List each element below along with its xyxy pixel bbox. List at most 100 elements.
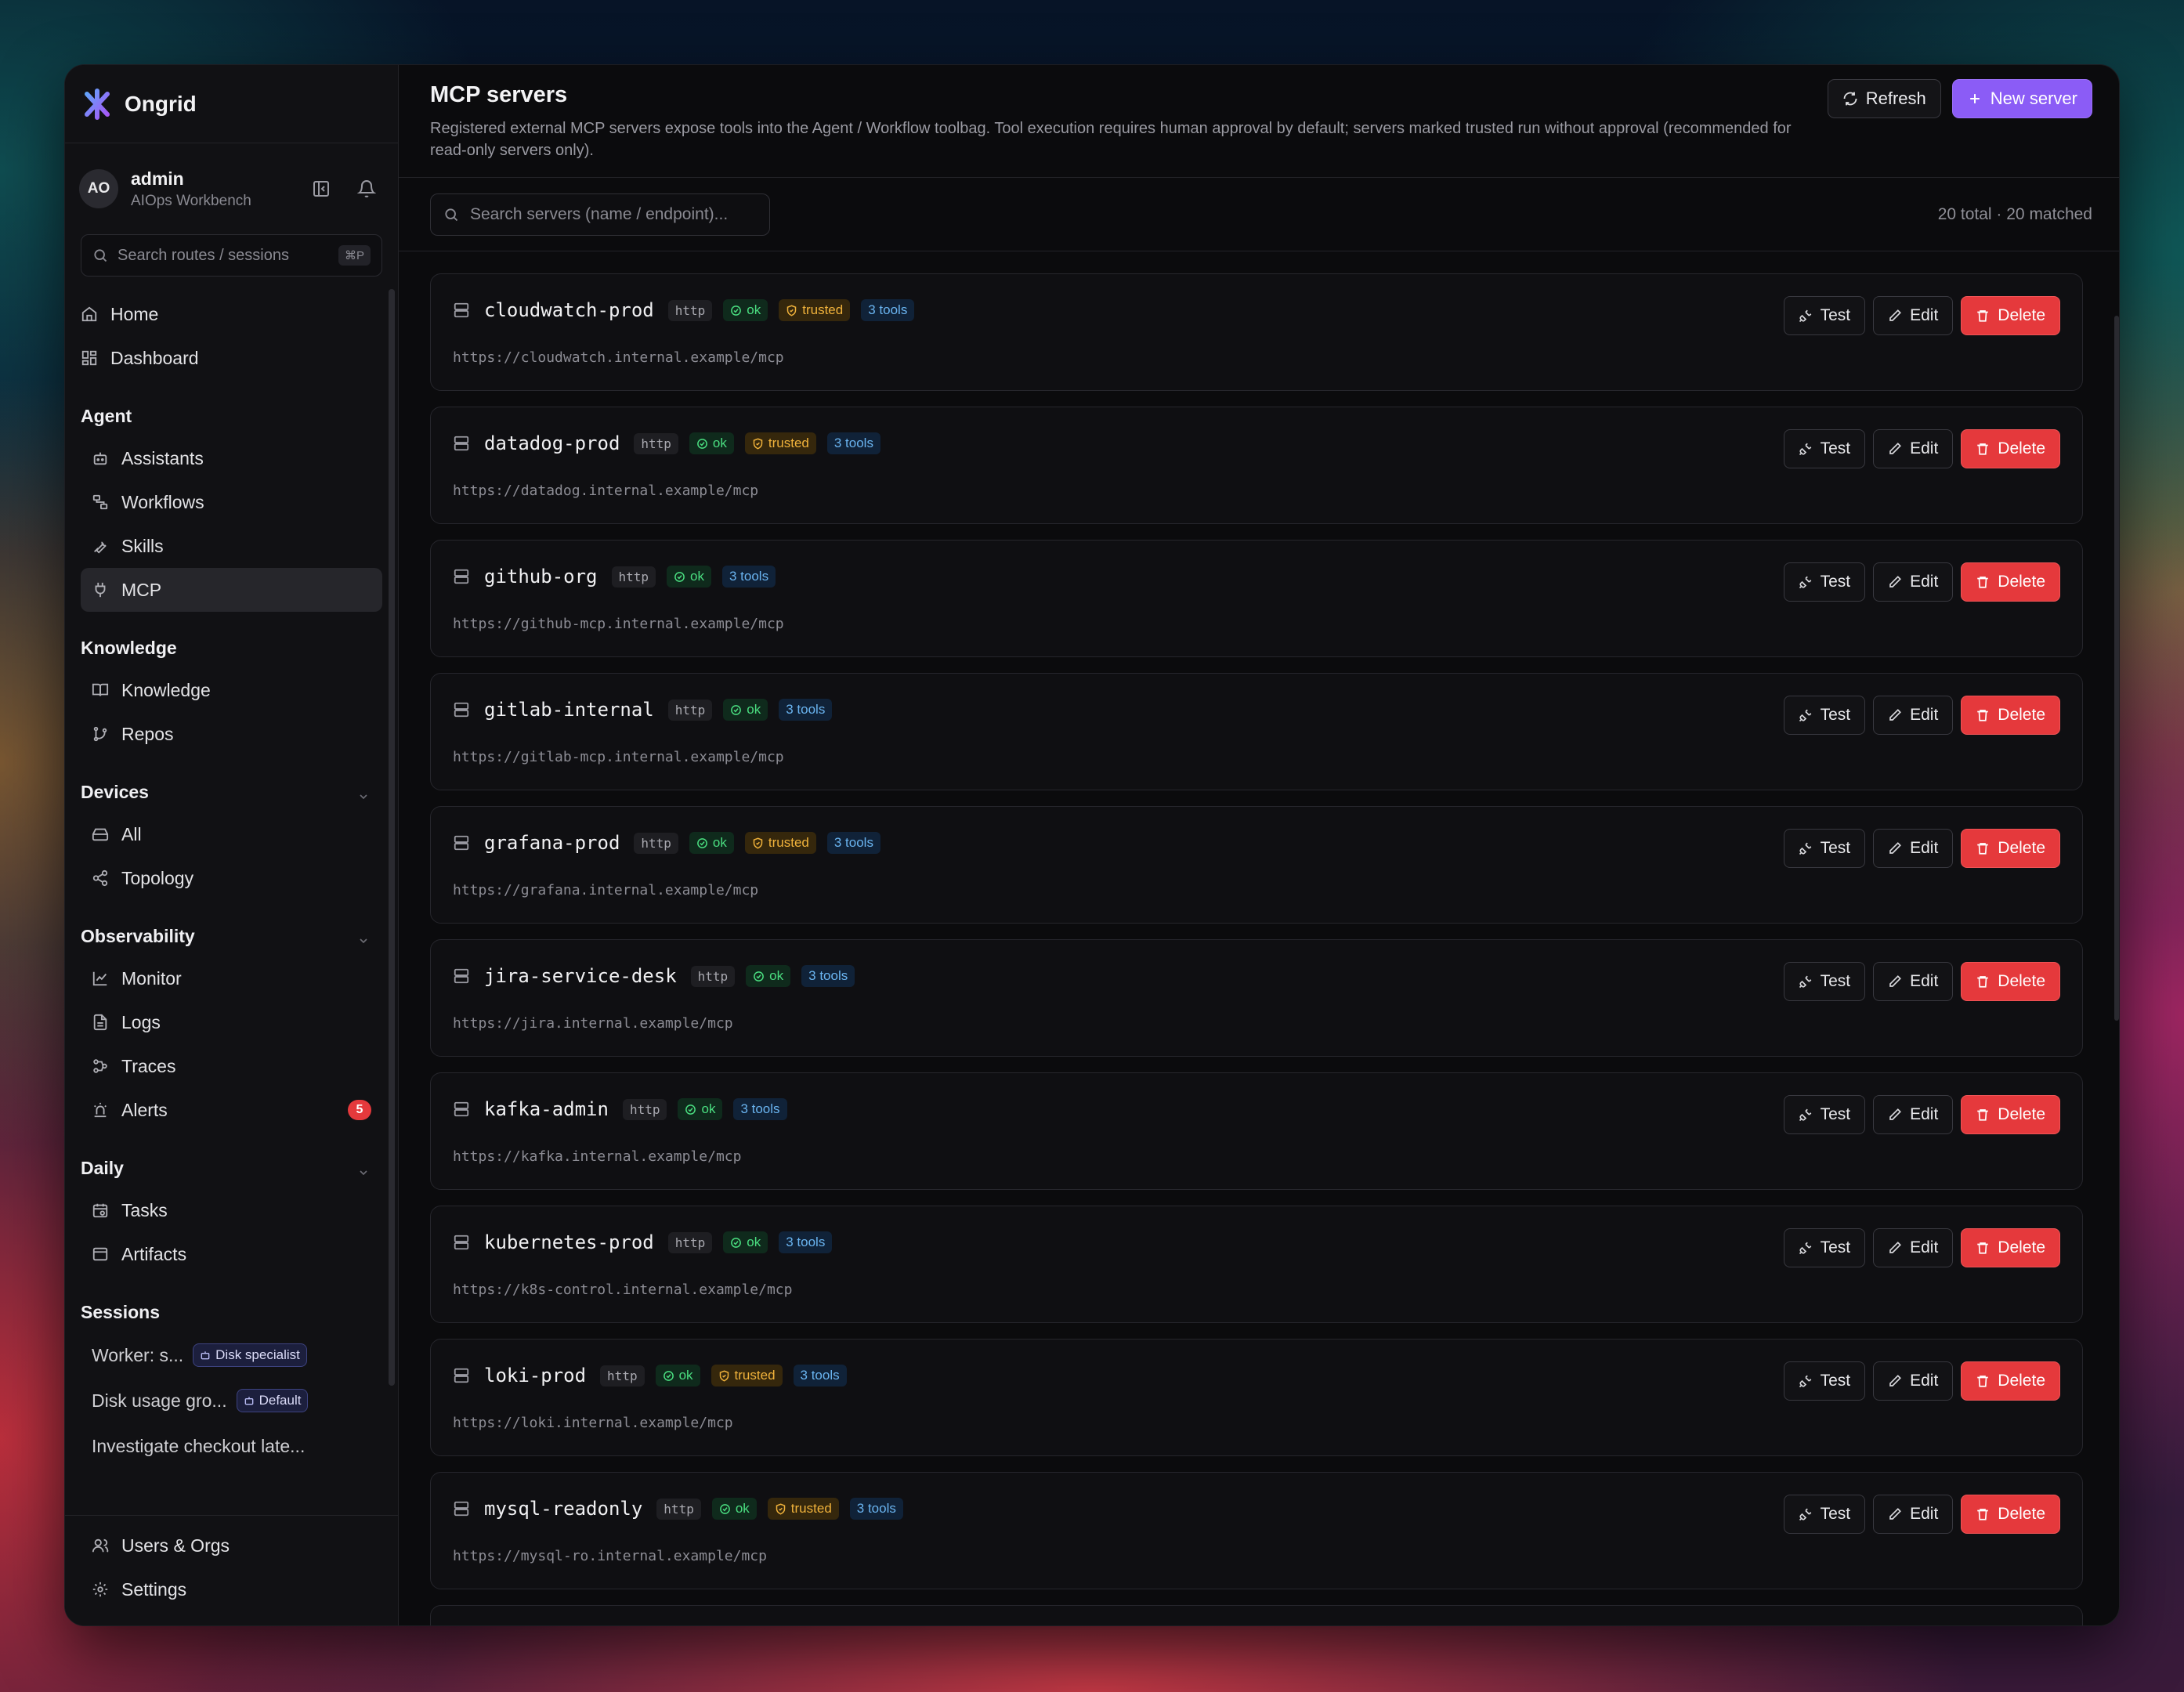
edit-button[interactable]: Edit: [1873, 429, 1954, 468]
trash-icon: [1976, 1507, 1990, 1521]
test-button[interactable]: Test: [1783, 429, 1866, 468]
delete-button[interactable]: Delete: [1961, 829, 2060, 868]
plug-zap-icon: [1799, 575, 1813, 589]
edit-button[interactable]: Edit: [1873, 962, 1954, 1001]
pencil-icon: [1888, 309, 1902, 323]
sidebar-search-placeholder: Search routes / sessions: [118, 246, 289, 264]
edit-button[interactable]: Edit: [1873, 829, 1954, 868]
edit-button[interactable]: Edit: [1873, 1095, 1954, 1134]
plug-zap-icon: [1799, 442, 1813, 456]
section-observability[interactable]: Observability: [81, 909, 382, 956]
delete-button[interactable]: Delete: [1961, 1495, 2060, 1534]
nav-item-knowledge[interactable]: Knowledge: [81, 668, 382, 712]
nav-item-settings[interactable]: Settings: [81, 1567, 382, 1611]
edit-button[interactable]: Edit: [1873, 696, 1954, 735]
nav-item-tasks[interactable]: Tasks: [81, 1188, 382, 1232]
check-circle-icon: [685, 1104, 696, 1115]
server-name: kafka-admin: [484, 1098, 609, 1120]
session-item[interactable]: Investigate checkout late...: [81, 1423, 382, 1469]
nav-item-artifacts[interactable]: Artifacts: [81, 1232, 382, 1276]
nav-item-skills[interactable]: Skills: [81, 524, 382, 568]
delete-button[interactable]: Delete: [1961, 962, 2060, 1001]
edit-button[interactable]: Edit: [1873, 1228, 1954, 1267]
sidebar-search[interactable]: Search routes / sessions ⌘P: [81, 234, 382, 277]
calendar-clock-icon: [92, 1202, 109, 1219]
test-button[interactable]: Test: [1783, 696, 1866, 735]
refresh-button[interactable]: Refresh: [1827, 79, 1941, 118]
nav-item-traces[interactable]: Traces: [81, 1044, 382, 1088]
session-item[interactable]: Disk usage gro... Default: [81, 1378, 382, 1423]
server-card: datadog-prod http ok trusted 3 tools htt…: [430, 407, 2083, 524]
server-search-input[interactable]: [470, 204, 752, 224]
tools-count-badge: 3 tools: [801, 965, 855, 987]
delete-button[interactable]: Delete: [1961, 296, 2060, 335]
page-description: Registered external MCP servers expose t…: [430, 120, 1792, 159]
edit-button[interactable]: Edit: [1873, 296, 1954, 335]
nav-item-dashboard[interactable]: Dashboard: [81, 336, 382, 380]
app-window: Ongrid AO admin AIOps Workbench Search r…: [64, 64, 2120, 1626]
delete-button[interactable]: Delete: [1961, 1228, 2060, 1267]
test-button[interactable]: Test: [1783, 1495, 1866, 1534]
edit-button[interactable]: Edit: [1873, 562, 1954, 602]
trusted-badge: trusted: [711, 1365, 783, 1386]
nav-item-monitor[interactable]: Monitor: [81, 956, 382, 1000]
protocol-tag: http: [634, 432, 678, 454]
avatar[interactable]: AO: [79, 169, 118, 208]
new-server-button[interactable]: New server: [1951, 79, 2092, 118]
test-button[interactable]: Test: [1783, 829, 1866, 868]
result-count: 20 total · 20 matched: [1937, 204, 2092, 223]
nav-item-all-devices[interactable]: All: [81, 812, 382, 856]
test-button[interactable]: Test: [1783, 296, 1866, 335]
pencil-icon: [1888, 1108, 1902, 1122]
plug-zap-icon: [1799, 1374, 1813, 1388]
server-search[interactable]: [430, 193, 770, 236]
sidebar: Ongrid AO admin AIOps Workbench Search r…: [65, 65, 399, 1625]
nav-item-workflows[interactable]: Workflows: [81, 480, 382, 524]
bell-icon[interactable]: [357, 179, 376, 198]
test-button[interactable]: Test: [1783, 1095, 1866, 1134]
test-button[interactable]: Test: [1783, 562, 1866, 602]
delete-button[interactable]: Delete: [1961, 1095, 2060, 1134]
hard-drive-icon: [92, 826, 109, 843]
status-badge: ok: [723, 699, 768, 721]
nav-item-repos[interactable]: Repos: [81, 712, 382, 756]
bot-icon: [244, 1395, 255, 1406]
session-item[interactable]: Worker: s... Disk specialist: [81, 1332, 382, 1378]
check-circle-icon: [674, 571, 685, 583]
chevron-down-icon: [357, 1166, 370, 1179]
test-button[interactable]: Test: [1783, 1228, 1866, 1267]
section-daily[interactable]: Daily: [81, 1141, 382, 1188]
main-scrollbar[interactable]: [2114, 316, 2119, 1021]
nav-item-mcp[interactable]: MCP: [81, 568, 382, 612]
nav-item-users-orgs[interactable]: Users & Orgs: [81, 1524, 382, 1567]
server-card: mysql-readonly http ok trusted 3 tools h…: [430, 1472, 2083, 1589]
check-circle-icon: [730, 305, 742, 316]
test-button[interactable]: Test: [1783, 962, 1866, 1001]
server-endpoint: https://datadog.internal.example/mcp: [453, 483, 759, 499]
edit-button[interactable]: Edit: [1873, 1361, 1954, 1401]
nav-item-alerts[interactable]: Alerts 5: [81, 1088, 382, 1132]
search-icon: [92, 248, 108, 263]
nav-item-home[interactable]: Home: [81, 292, 382, 336]
shortcut-hint: ⌘P: [338, 245, 371, 266]
sidebar-scrollbar[interactable]: [389, 289, 395, 1386]
pencil-icon: [1888, 708, 1902, 722]
trash-icon: [1976, 575, 1990, 589]
delete-button[interactable]: Delete: [1961, 696, 2060, 735]
edit-button[interactable]: Edit: [1873, 1495, 1954, 1534]
server-icon: [453, 302, 470, 319]
delete-button[interactable]: Delete: [1961, 1361, 2060, 1401]
delete-button[interactable]: Delete: [1961, 562, 2060, 602]
nav-item-assistants[interactable]: Assistants: [81, 436, 382, 480]
home-icon: [81, 306, 98, 323]
test-button[interactable]: Test: [1783, 1361, 1866, 1401]
section-devices[interactable]: Devices: [81, 765, 382, 812]
brand[interactable]: Ongrid: [65, 65, 398, 143]
nav-item-topology[interactable]: Topology: [81, 856, 382, 900]
delete-button[interactable]: Delete: [1961, 429, 2060, 468]
nav-item-logs[interactable]: Logs: [81, 1000, 382, 1044]
trash-icon: [1976, 1108, 1990, 1122]
collapse-sidebar-icon[interactable]: [312, 179, 331, 198]
tools-count-badge: 3 tools: [849, 1498, 903, 1520]
trusted-badge: trusted: [779, 299, 851, 321]
